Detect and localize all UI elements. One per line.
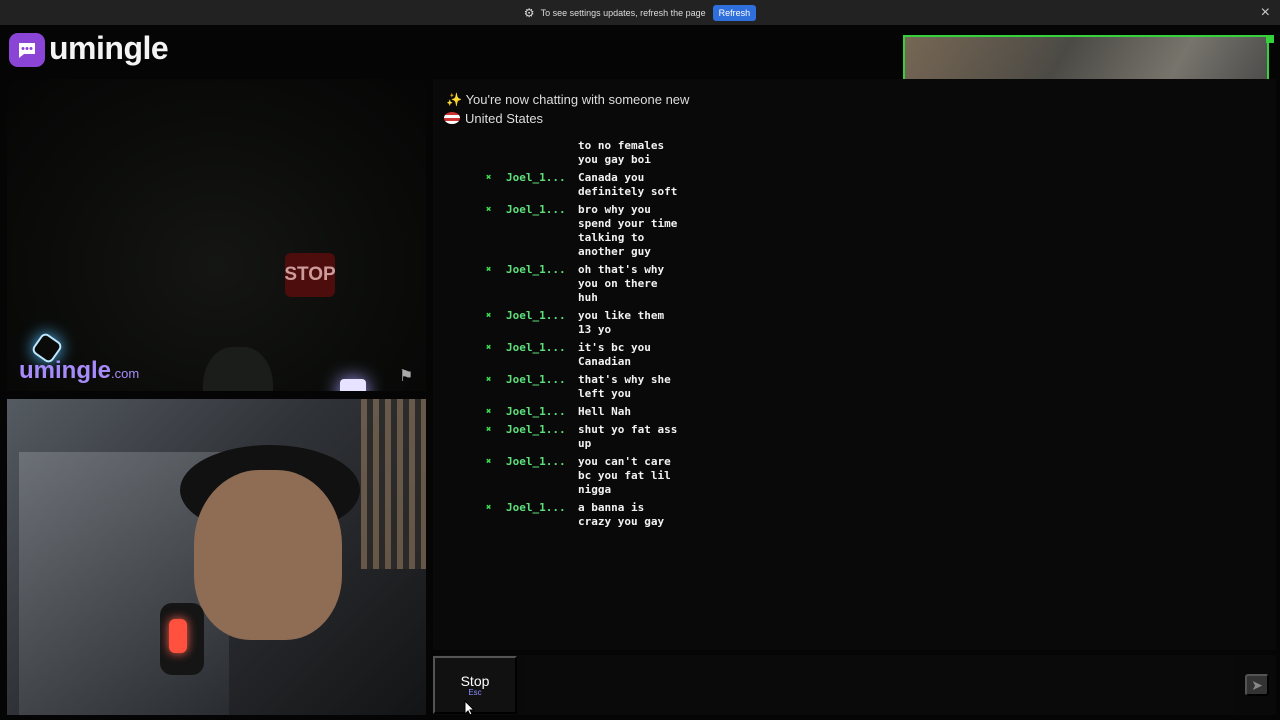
close-icon[interactable]: × bbox=[1261, 4, 1270, 22]
message-text: you like them 13 yo bbox=[578, 309, 665, 336]
settings-icon: ⚙ bbox=[523, 5, 535, 20]
message-user: Joel_1... bbox=[506, 263, 566, 276]
message-text: shut yo fat ass up bbox=[578, 423, 678, 450]
message-user: Joel_1... bbox=[506, 373, 566, 386]
message-row: ✖ Joel_1... Hell Nah bbox=[486, 405, 746, 419]
message-marker-icon: ✖ bbox=[486, 503, 492, 513]
us-flag-icon bbox=[444, 112, 460, 124]
stranger-video: STOP bbox=[7, 79, 426, 391]
stop-label: Stop bbox=[460, 673, 490, 689]
watermark-suffix: .com bbox=[111, 366, 140, 381]
message-row: ✖ Joel_1... it's bc you Canadian bbox=[486, 341, 746, 369]
refresh-button[interactable]: Refresh bbox=[712, 4, 757, 21]
message-marker-icon: ✖ bbox=[486, 311, 492, 321]
message-marker-icon: ✖ bbox=[486, 173, 492, 183]
settings-notice-text: To see settings updates, refresh the pag… bbox=[540, 7, 706, 18]
watermark-title: umingle bbox=[19, 357, 112, 384]
mouse-cursor-icon bbox=[464, 700, 474, 716]
message-text: that's why she left you bbox=[578, 373, 671, 400]
chat-logo-icon[interactable] bbox=[9, 33, 45, 67]
message-marker-icon: ✖ bbox=[486, 457, 492, 467]
message-user: Joel_1... bbox=[506, 309, 566, 322]
report-flag-icon[interactable]: ⚑ bbox=[399, 366, 417, 385]
lamp-light bbox=[340, 379, 366, 391]
app-title[interactable]: umingle bbox=[49, 30, 169, 67]
stop-button[interactable]: Stop Esc bbox=[433, 656, 517, 714]
escape-shortcut: Esc bbox=[468, 688, 482, 697]
message-user: Joel_1... bbox=[506, 423, 566, 436]
message-row: ✖ Joel_1... Canada you definitely soft bbox=[486, 171, 746, 199]
send-icon: ➤ bbox=[1251, 676, 1263, 693]
video-watermark: umingle.com bbox=[19, 357, 139, 385]
message-list: to no females you gay boi ✖ Joel_1... Cana… bbox=[486, 139, 746, 533]
country-name: United States bbox=[465, 111, 544, 126]
message-bubble-icon bbox=[19, 43, 35, 58]
message-user: Joel_1... bbox=[506, 501, 566, 514]
message-text: oh that's why you on there huh bbox=[578, 263, 665, 304]
message-user: Joel_1... bbox=[506, 405, 566, 418]
message-user: Joel_1... bbox=[506, 171, 566, 184]
message-text: Hell Nah bbox=[578, 405, 631, 418]
message-text: to no females you gay boi bbox=[578, 139, 665, 166]
message-row: ✖ Joel_1... shut yo fat ass up bbox=[486, 423, 746, 451]
plaid-blanket bbox=[361, 399, 426, 569]
message-user: Joel_1... bbox=[506, 203, 566, 216]
settings-update-banner: ⚙ To see settings updates, refresh the p… bbox=[0, 0, 1280, 25]
message-text: a banna is crazy you gay bbox=[578, 501, 665, 528]
message-row: ✖ Joel_1... oh that's why you on there huh bbox=[486, 263, 746, 305]
chat-status: ✨ You're now chatting with someone new bbox=[446, 92, 690, 107]
video-corner-marker bbox=[1266, 35, 1274, 43]
send-button[interactable]: ➤ bbox=[1245, 674, 1269, 696]
stranger-person bbox=[203, 347, 273, 391]
microphone-light bbox=[169, 619, 187, 653]
message-text: Canada you definitely soft bbox=[578, 171, 678, 198]
message-user: Joel_1... bbox=[506, 455, 566, 468]
message-marker-icon: ✖ bbox=[486, 425, 492, 435]
stop-sign: STOP bbox=[284, 253, 336, 297]
self-person bbox=[194, 470, 342, 640]
country-indicator: United States bbox=[444, 111, 543, 126]
message-row: ✖ Joel_1... that's why she left you bbox=[486, 373, 746, 401]
message-text: bro why you spend your time talking to a… bbox=[578, 203, 678, 258]
message-input[interactable] bbox=[524, 656, 1234, 714]
message-text: you can't care bc you fat lil nigga bbox=[578, 455, 671, 496]
message-row: ✖ Joel_1... you can't care bc you fat lil … bbox=[486, 455, 746, 497]
message-marker-icon: ✖ bbox=[486, 265, 492, 275]
message-marker-icon: ✖ bbox=[486, 375, 492, 385]
message-marker-icon: ✖ bbox=[486, 205, 492, 215]
message-user: Joel_1... bbox=[506, 341, 566, 354]
message-row: ✖ Joel_1... you like them 13 yo bbox=[486, 309, 746, 337]
message-text: it's bc you Canadian bbox=[578, 341, 651, 368]
message-marker-icon: ✖ bbox=[486, 343, 492, 353]
message-row: ✖ Joel_1... a banna is crazy you gay bbox=[486, 501, 746, 529]
message-row: ✖ Joel_1... bro why you spend your time ta… bbox=[486, 203, 746, 259]
message-marker-icon: ✖ bbox=[486, 407, 492, 417]
